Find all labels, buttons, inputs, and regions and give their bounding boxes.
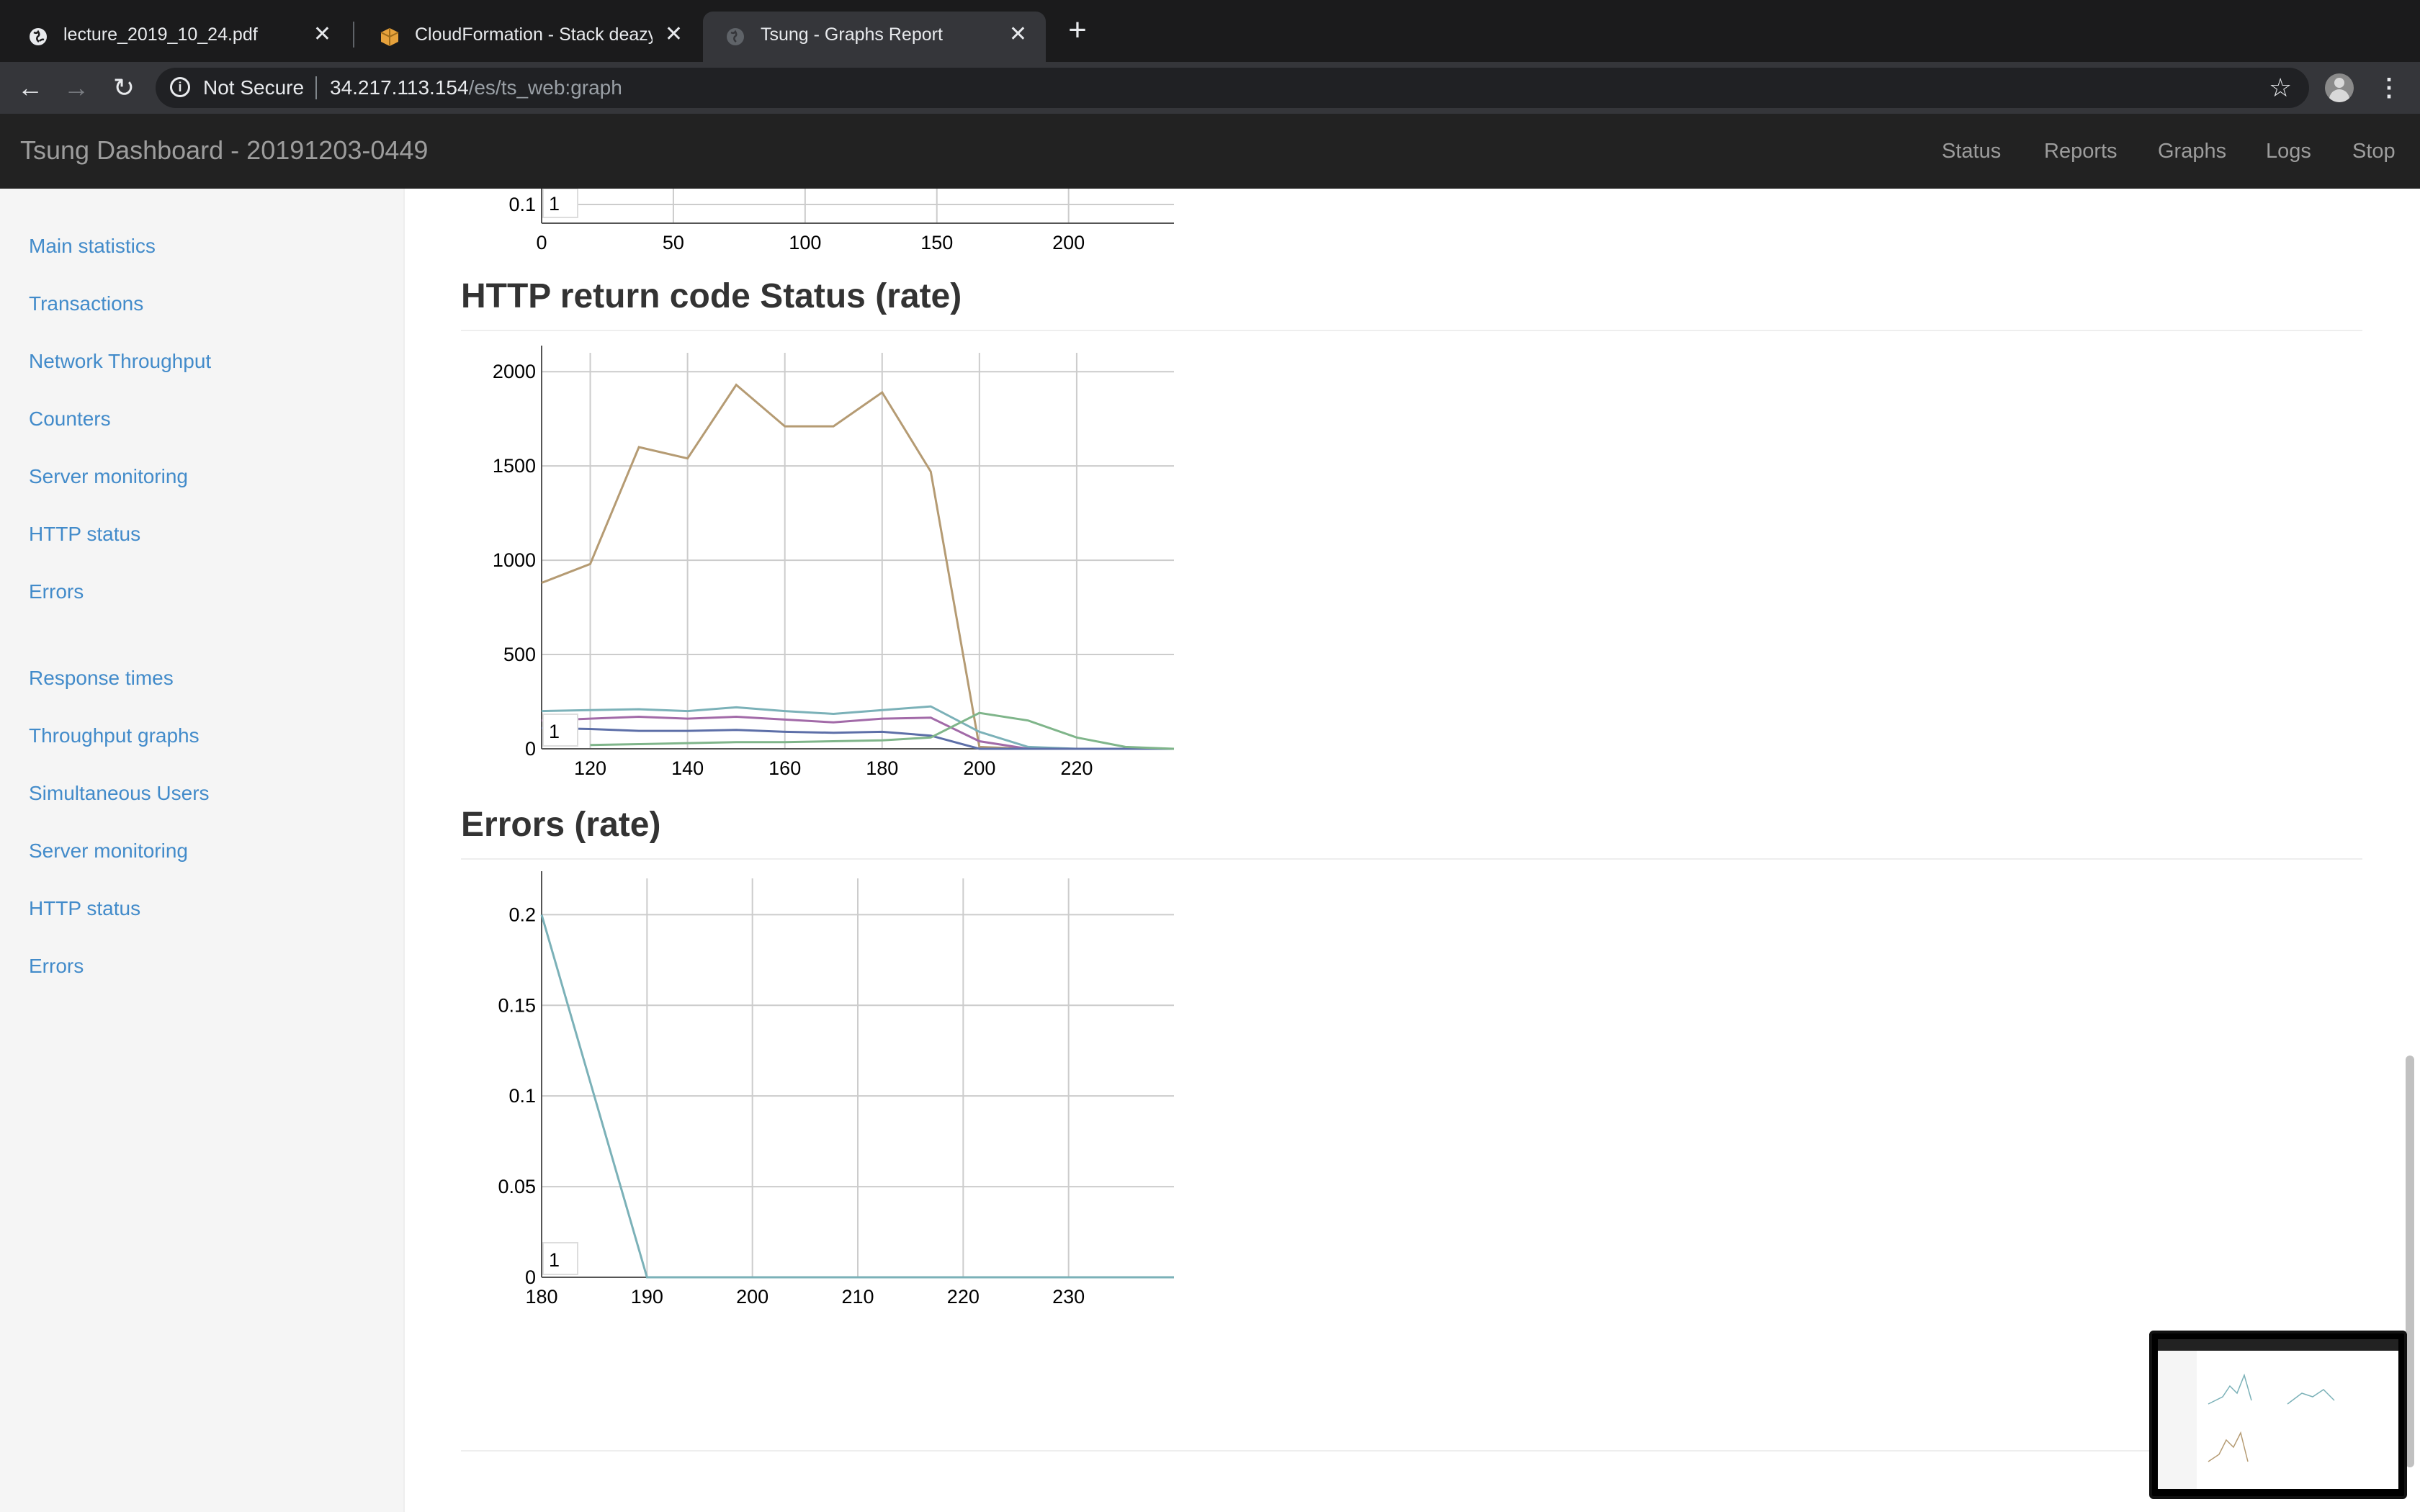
nav-link-stop[interactable]: Stop xyxy=(2352,140,2396,163)
url-text[interactable]: 34.217.113.154/es/ts_web:graph xyxy=(330,76,622,99)
x-tick-label: 200 xyxy=(963,757,995,779)
sidebar-item-network-throughput[interactable]: Network Throughput xyxy=(29,350,211,373)
x-tick-label: 150 xyxy=(920,232,953,253)
sidebar-item-errors-graph[interactable]: Errors xyxy=(29,955,84,978)
app-navbar: Tsung Dashboard - 20191203-0449 Status R… xyxy=(0,114,2420,189)
security-label[interactable]: Not Secure xyxy=(203,76,304,99)
browser-tab-pdf[interactable]: lecture_2019_10_24.pdf ✕ xyxy=(6,12,350,62)
y-tick-label: 0.1 xyxy=(508,194,536,215)
x-tick-label: 230 xyxy=(1052,1286,1085,1308)
globe-icon xyxy=(727,28,744,45)
section-title-http-status: HTTP return code Status (rate) xyxy=(461,277,962,315)
x-tick-label: 180 xyxy=(525,1286,557,1308)
tab-title: Tsung - Graphs Report xyxy=(761,24,943,45)
sidebar-item-errors[interactable]: Errors xyxy=(29,580,84,603)
y-tick-label: 0.2 xyxy=(508,904,536,925)
y-tick-label: 2000 xyxy=(493,361,536,382)
url-host: 34.217.113.154 xyxy=(330,76,469,99)
browser-menu-icon[interactable]: ⋮ xyxy=(2377,72,2401,104)
y-tick-label: 0.15 xyxy=(498,994,536,1016)
legend-label: 1 xyxy=(549,721,560,742)
bookmark-star-icon[interactable]: ☆ xyxy=(2269,72,2292,104)
x-tick-label: 190 xyxy=(631,1286,663,1308)
section-rule xyxy=(461,858,2362,860)
chart-http-status-rate: 120 140 160 180 200 220 0 500 1000 1500 2000 1 xyxy=(493,346,1175,779)
browser-tab-tsung[interactable]: Tsung - Graphs Report ✕ xyxy=(703,12,1046,62)
reload-icon[interactable]: ↻ xyxy=(108,72,140,104)
y-tick-label: 0.05 xyxy=(498,1176,536,1197)
nav-link-graphs[interactable]: Graphs xyxy=(2158,140,2226,163)
x-tick-label: 140 xyxy=(671,757,704,779)
footer-rule xyxy=(461,1450,2362,1452)
new-tab-icon[interactable]: + xyxy=(1063,14,1092,46)
x-tick-label: 180 xyxy=(866,757,898,779)
sidebar-item-response-times[interactable]: Response times xyxy=(29,667,174,690)
profile-avatar[interactable] xyxy=(2325,73,2354,102)
tab-title: lecture_2019_10_24.pdf xyxy=(63,24,258,45)
sidebar-item-simultaneous-users[interactable]: Simultaneous Users xyxy=(29,782,210,805)
back-arrow-icon[interactable]: ← xyxy=(14,72,46,104)
x-tick-label: 210 xyxy=(841,1286,874,1308)
nav-link-logs[interactable]: Logs xyxy=(2266,140,2311,163)
sidebar-item-counters[interactable]: Counters xyxy=(29,408,111,431)
nav-link-status[interactable]: Status xyxy=(1942,140,2001,163)
y-tick-label: 0 xyxy=(525,738,536,760)
sidebar: Main statistics Transactions Network Thr… xyxy=(0,189,405,1512)
aws-box-icon xyxy=(380,28,399,46)
x-tick-label: 100 xyxy=(789,232,821,253)
address-divider xyxy=(315,76,317,99)
sidebar-item-http-status[interactable]: HTTP status xyxy=(29,523,140,546)
y-tick-label: 1000 xyxy=(493,549,536,571)
legend-label: 1 xyxy=(549,1249,560,1271)
tab-separator xyxy=(353,22,354,48)
chart-errors-rate: 180 190 200 210 220 230 0 0.05 0.1 0.15 0.2 1 xyxy=(498,871,1174,1308)
info-icon[interactable]: i xyxy=(170,77,190,97)
sidebar-item-http-status-graph[interactable]: HTTP status xyxy=(29,897,140,920)
close-tab-icon[interactable]: ✕ xyxy=(1009,22,1027,48)
sidebar-item-throughput-graphs[interactable]: Throughput graphs xyxy=(29,724,200,747)
url-path: /es/ts_web:graph xyxy=(468,76,622,99)
chart-previous-clipped: 0 50 100 150 200 0.1 1 xyxy=(508,189,1174,253)
x-tick-label: 220 xyxy=(1060,757,1093,779)
legend-label: 1 xyxy=(549,193,560,215)
sidebar-item-main-statistics[interactable]: Main statistics xyxy=(29,235,156,258)
close-tab-icon[interactable]: ✕ xyxy=(313,22,331,48)
close-tab-icon[interactable]: ✕ xyxy=(665,22,683,48)
y-tick-label: 500 xyxy=(503,644,536,665)
x-tick-label: 200 xyxy=(1052,232,1085,253)
y-tick-label: 1500 xyxy=(493,455,536,477)
x-tick-label: 160 xyxy=(768,757,801,779)
section-title-errors: Errors (rate) xyxy=(461,806,661,844)
screenshot-preview-thumbnail[interactable] xyxy=(2149,1331,2407,1499)
y-tick-label: 0 xyxy=(525,1266,536,1288)
series-line-1 xyxy=(541,705,1174,750)
series-line-0 xyxy=(541,383,1174,750)
x-tick-label: 50 xyxy=(663,232,684,253)
x-tick-label: 200 xyxy=(736,1286,768,1308)
brand-title[interactable]: Tsung Dashboard - 20191203-0449 xyxy=(20,135,428,166)
nav-link-reports[interactable]: Reports xyxy=(2044,140,2118,163)
x-tick-label: 220 xyxy=(947,1286,980,1308)
browser-tab-strip: lecture_2019_10_24.pdf ✕ CloudFormation … xyxy=(0,0,2420,62)
sidebar-item-server-monitoring-graph[interactable]: Server monitoring xyxy=(29,840,188,863)
globe-icon xyxy=(30,28,47,45)
sidebar-item-server-monitoring[interactable]: Server monitoring xyxy=(29,465,188,488)
browser-toolbar: ← → ↻ i Not Secure 34.217.113.154/es/ts_… xyxy=(0,62,2420,114)
tab-title: CloudFormation - Stack deazySt xyxy=(415,24,653,45)
address-bar[interactable]: i Not Secure 34.217.113.154/es/ts_web:gr… xyxy=(156,68,2309,108)
browser-tab-cloudformation[interactable]: CloudFormation - Stack deazySt ✕ xyxy=(357,12,702,62)
x-tick-label: 0 xyxy=(536,232,547,253)
y-tick-label: 0.1 xyxy=(508,1085,536,1107)
sidebar-item-transactions[interactable]: Transactions xyxy=(29,292,143,315)
forward-arrow-icon[interactable]: → xyxy=(60,72,92,104)
x-tick-label: 120 xyxy=(574,757,606,779)
section-rule xyxy=(461,330,2362,331)
